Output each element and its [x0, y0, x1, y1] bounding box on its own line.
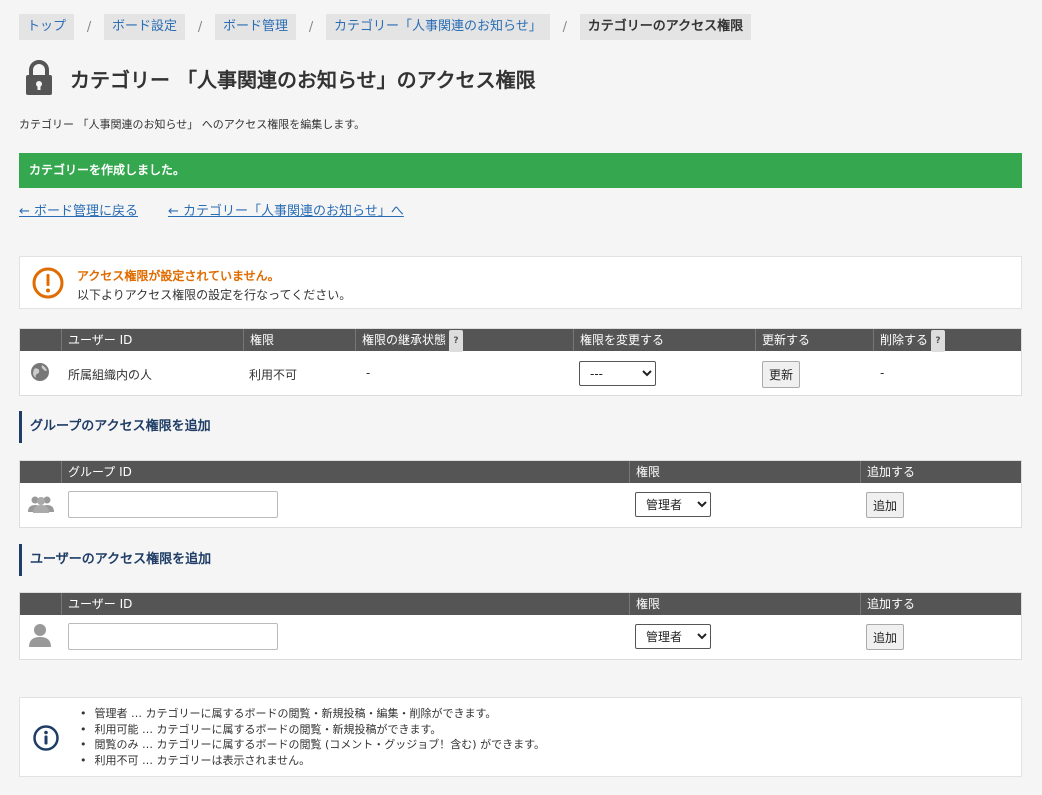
warning-title: アクセス権限が設定されていません。 — [77, 269, 280, 283]
table-header: ユーザー ID 権限 追加する — [20, 593, 1021, 615]
group-add-table: グループ ID 権限 追加する 管理者 追加 — [19, 460, 1022, 528]
col-inherit-label: 権限の継承状態 — [362, 333, 447, 347]
user-add-table: ユーザー ID 権限 追加する 管理者 追加 — [19, 592, 1022, 660]
col-delete-label: 削除する — [880, 333, 929, 347]
info-box: 管理者 … カテゴリーに属するボードの閲覧・新規投稿・編集・削除ができます。 利… — [19, 697, 1022, 777]
group-permission-select[interactable]: 管理者 — [635, 492, 711, 517]
legend-item-available: 利用可能 … カテゴリーに属するボードの閲覧・新規投稿ができます。 — [80, 722, 545, 738]
group-id-input[interactable] — [68, 491, 278, 518]
breadcrumb-separator: / — [562, 19, 567, 35]
col-inherit: 権限の継承状態? — [355, 329, 464, 352]
col-permission: 権限 — [629, 593, 660, 615]
globe-icon — [31, 363, 49, 381]
success-message: カテゴリーを作成しました。 — [19, 153, 1022, 188]
add-user-button[interactable]: 追加 — [866, 624, 905, 650]
add-group-button[interactable]: 追加 — [866, 492, 905, 518]
col-delete: 削除する? — [873, 329, 946, 352]
breadcrumb-category[interactable]: カテゴリー「人事関連のお知らせ」 — [326, 14, 550, 40]
col-change: 権限を変更する — [573, 329, 664, 351]
back-links: ← ボード管理に戻る ← カテゴリー「人事関連のお知らせ」へ — [19, 200, 404, 219]
warning-box: アクセス権限が設定されていません。 以下よりアクセス権限の設定を行なってください… — [19, 256, 1022, 309]
group-icon — [28, 496, 54, 513]
permission-legend-list: 管理者 … カテゴリーに属するボードの閲覧・新規投稿・編集・削除ができます。 利… — [80, 706, 545, 768]
row-inherit: - — [366, 366, 371, 380]
breadcrumb-board-management[interactable]: ボード管理 — [215, 14, 297, 40]
row-name: 所属組織内の人 — [68, 368, 153, 382]
breadcrumb-separator: / — [308, 19, 314, 35]
col-permission: 権限 — [243, 329, 274, 351]
page-description: カテゴリー 「人事関連のお知らせ」 へのアクセス権限を編集します。 — [19, 118, 366, 131]
table-row: 管理者 追加 — [20, 615, 1021, 659]
breadcrumb-current: カテゴリーのアクセス権限 — [579, 14, 752, 40]
row-delete: - — [880, 366, 885, 380]
table-row: 管理者 追加 — [20, 483, 1021, 527]
breadcrumb-separator: / — [197, 19, 203, 35]
user-icon — [29, 624, 51, 647]
legend-item-read-only: 閲覧のみ … カテゴリーに属するボードの閲覧 (コメント・グッジョブ！含む) が… — [80, 737, 545, 753]
table-header: ユーザー ID 権限 権限の継承状態? 権限を変更する 更新する 削除する? — [20, 329, 1021, 352]
user-permission-select[interactable]: 管理者 — [635, 624, 711, 649]
breadcrumb: トップ / ボード設定 / ボード管理 / カテゴリー「人事関連のお知らせ」 /… — [19, 14, 752, 40]
info-circle-icon — [33, 725, 59, 751]
permission-select[interactable]: --- — [579, 361, 656, 386]
permission-table: ユーザー ID 権限 権限の継承状態? 権限を変更する 更新する 削除する? 所… — [19, 328, 1022, 396]
col-update: 更新する — [755, 329, 810, 351]
col-add: 追加する — [860, 593, 915, 615]
col-user-id: ユーザー ID — [61, 329, 132, 351]
table-header: グループ ID 権限 追加する — [20, 461, 1021, 483]
group-section-title: グループのアクセス権限を追加 — [19, 411, 211, 443]
breadcrumb-separator: / — [86, 19, 92, 35]
user-section-title: ユーザーのアクセス権限を追加 — [19, 544, 211, 576]
legend-item-admin: 管理者 … カテゴリーに属するボードの閲覧・新規投稿・編集・削除ができます。 — [80, 706, 545, 722]
user-id-input[interactable] — [68, 623, 278, 650]
back-to-category-link[interactable]: ← カテゴリー「人事関連のお知らせ」へ — [168, 200, 404, 219]
exclamation-circle-icon — [32, 267, 64, 299]
lock-icon — [26, 60, 52, 95]
col-add: 追加する — [860, 461, 915, 483]
breadcrumb-top[interactable]: トップ — [19, 14, 75, 40]
page-title: カテゴリー 「人事関連のお知らせ」のアクセス権限 — [70, 67, 536, 92]
page-header: カテゴリー 「人事関連のお知らせ」のアクセス権限 — [24, 60, 536, 96]
back-to-board-link[interactable]: ← ボード管理に戻る — [19, 200, 138, 219]
row-permission: 利用不可 — [249, 368, 298, 382]
legend-item-unavailable: 利用不可 … カテゴリーは表示されません。 — [80, 753, 545, 769]
help-icon[interactable]: ? — [449, 329, 464, 352]
col-group-id: グループ ID — [61, 461, 132, 483]
breadcrumb-board-settings[interactable]: ボード設定 — [104, 14, 186, 40]
update-button[interactable]: 更新 — [762, 361, 801, 388]
col-user-id: ユーザー ID — [61, 593, 132, 615]
help-icon[interactable]: ? — [931, 329, 946, 352]
table-row: 所属組織内の人 利用不可 - --- 更新 - — [20, 351, 1021, 395]
warning-message: 以下よりアクセス権限の設定を行なってください。 — [77, 288, 352, 302]
col-permission: 権限 — [629, 461, 660, 483]
